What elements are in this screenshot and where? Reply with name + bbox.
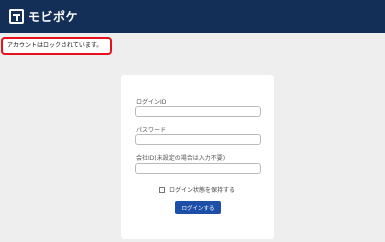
remember-login-checkbox[interactable]: [159, 186, 165, 193]
mobipoke-logo-icon: [9, 9, 24, 24]
app-logo[interactable]: モビポケ: [9, 8, 78, 25]
app-logo-text: モビポケ: [28, 10, 79, 24]
remember-login-option[interactable]: ログイン状態を保持する: [159, 185, 235, 194]
login-card: ログインID パスワード 会社ID(未設定の場合は入力不要) ログイン状態を保持…: [121, 75, 274, 239]
app-header: モビポケ: [0, 0, 385, 33]
login-id-input[interactable]: [135, 106, 261, 117]
login-id-label: ログインID: [136, 99, 167, 106]
account-locked-alert: アカウントはロックされています。: [1, 37, 112, 55]
company-id-input[interactable]: [135, 163, 261, 174]
password-input[interactable]: [135, 134, 261, 145]
login-button[interactable]: ログインする: [175, 201, 221, 214]
company-id-label: 会社ID(未設定の場合は入力不要): [136, 155, 226, 162]
remember-login-label: ログイン状態を保持する: [169, 187, 236, 194]
password-label: パスワード: [136, 127, 167, 134]
